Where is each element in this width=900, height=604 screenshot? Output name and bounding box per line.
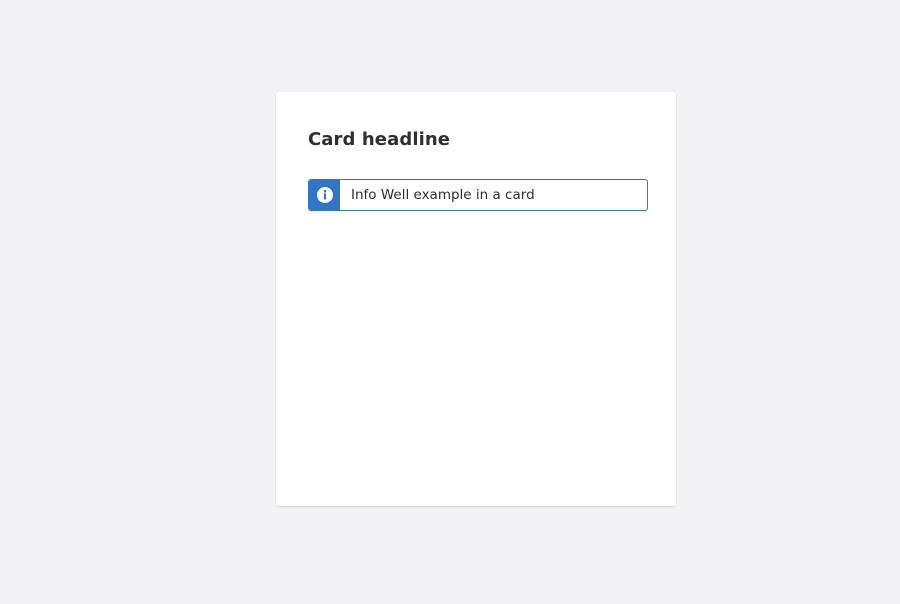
card-headline: Card headline [308,129,451,150]
info-well: Info Well example in a card [308,179,648,211]
info-well-text: Info Well example in a card [351,187,535,203]
card: Card headline Info Well example in a car… [276,92,676,506]
info-well-icon-container [309,180,340,210]
info-icon [316,187,333,203]
